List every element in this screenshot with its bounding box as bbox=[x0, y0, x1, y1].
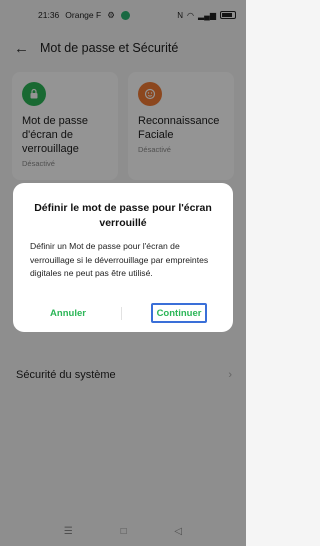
dialog-title: Définir le mot de passe pour l'écran ver… bbox=[34, 202, 212, 229]
continue-button[interactable]: Continuer bbox=[151, 303, 207, 323]
cancel-button[interactable]: Annuler bbox=[33, 303, 103, 323]
set-password-dialog: Définir le mot de passe pour l'écran ver… bbox=[13, 183, 233, 332]
button-divider bbox=[121, 307, 122, 320]
dialog-actions: Annuler Continuer bbox=[13, 303, 233, 325]
dialog-message: Définir un Mot de passe pour l'écran de … bbox=[30, 241, 209, 278]
